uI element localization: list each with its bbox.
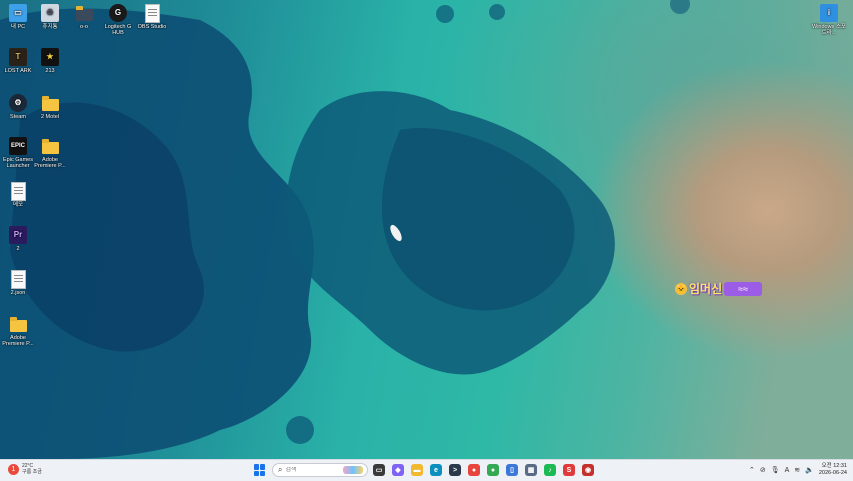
desktop-icon-label: 2 xyxy=(16,246,20,252)
folder-icon xyxy=(41,137,59,155)
premiere-pro-icon: Pr xyxy=(9,226,27,244)
search-highlight-art xyxy=(343,466,363,474)
desktop-icon-213[interactable]: ★ 213 xyxy=(32,48,68,74)
desktop-icon-json[interactable]: 2.json xyxy=(0,269,36,296)
desktop-icon-my-pc[interactable]: ▭ 내 PC xyxy=(0,4,36,30)
windows-logo-tile xyxy=(254,470,259,476)
weather-alert-icon: 1 xyxy=(8,463,19,475)
document-icon xyxy=(143,3,161,23)
desktop-icon-label: 메모 xyxy=(12,202,24,208)
phone-link-icon[interactable]: ▯ xyxy=(506,464,518,476)
search-input[interactable] xyxy=(285,467,336,473)
desktop-icon-label: Adobe Premiere P... xyxy=(2,335,34,347)
desktop-icon-label: 내 PC xyxy=(10,24,26,30)
steam-icon: ⚙ xyxy=(9,94,27,112)
speaker-icon[interactable]: 🔈 xyxy=(805,466,814,474)
desktop-icon-premiere-2[interactable]: Pr 2 xyxy=(0,226,36,252)
desktop-icon-spotlight[interactable]: i Windows 스포트라... xyxy=(812,4,846,36)
desktop-icon-label: LOST ARK xyxy=(4,68,32,74)
windows-logo-icon xyxy=(254,464,259,470)
sticker-text: 임머신 xyxy=(689,282,723,296)
desktop-icon-obs[interactable]: OBS Studio xyxy=(134,3,170,30)
notepad-icon xyxy=(9,181,27,201)
desktop-icon-logitech[interactable]: G Logitech G HUB xyxy=(100,4,136,36)
chevron-up-icon[interactable]: ⌃ xyxy=(749,466,755,474)
weather-text: 22°C 구름 조금 xyxy=(22,463,42,475)
desktop-icon-label: 휴지통 xyxy=(42,24,58,30)
spotify-icon[interactable]: ♪ xyxy=(544,464,556,476)
recycle-bin-icon: ♻ xyxy=(41,4,59,22)
weather-widget[interactable]: 1 22°C 구름 조금 xyxy=(8,463,42,475)
clock-time: 오전 12:31 xyxy=(821,463,847,469)
chrome-icon[interactable]: ● xyxy=(468,464,480,476)
desktop-icon-epic-games[interactable]: EPIC Epic Games Launcher xyxy=(0,137,36,169)
desktop-icon-label: Windows 스포트라... xyxy=(812,24,846,36)
windows-logo-tile xyxy=(260,464,265,470)
microphone-icon[interactable]: 🎙 xyxy=(771,466,780,474)
wifi-icon[interactable]: ≋ xyxy=(794,466,800,474)
desktop-icon-label: 2.json xyxy=(10,290,26,296)
desktop-icon-label: Logitech G HUB xyxy=(104,24,132,36)
desktop-icon-folder-oo[interactable]: o-o xyxy=(66,4,102,30)
desktop-wallpaper xyxy=(0,0,853,459)
star-app-icon: ★ xyxy=(41,48,59,66)
system-tray: ⌃ ⊘ 🎙 A ≋ 🔈 오전 12:31 2026-06-24 xyxy=(749,463,847,477)
desktop-icon-memo[interactable]: 메모 xyxy=(0,181,36,208)
sketch-icon[interactable]: S xyxy=(563,464,575,476)
cat-emoji-icon: 🐱 xyxy=(675,282,687,295)
computer-icon: ▭ xyxy=(9,4,27,22)
desktop-icon-premiere-folder-2[interactable]: Adobe Premiere P... xyxy=(0,315,36,347)
desktop-icon-label: 2 Motel xyxy=(40,114,60,120)
taskbar-search[interactable]: ⌕ xyxy=(272,463,368,477)
logitech-icon: G xyxy=(109,4,127,22)
desktop-icon-label: OBS Studio xyxy=(137,24,167,30)
desktop-icon-steam[interactable]: ⚙ Steam xyxy=(0,94,36,120)
folder-icon[interactable]: ▬ xyxy=(411,464,423,476)
desktop-icon-premiere-folder[interactable]: Adobe Premiere P... xyxy=(32,137,68,169)
epic-games-icon: EPIC xyxy=(9,137,27,155)
store-icon[interactable]: ▦ xyxy=(525,464,537,476)
mute-icon[interactable]: ⊘ xyxy=(760,466,766,474)
chrome-alt-icon[interactable]: ● xyxy=(487,464,499,476)
desktop-icon-lost-ark[interactable]: T LOST ARK xyxy=(0,48,36,74)
terminal-icon[interactable]: > xyxy=(449,464,461,476)
folder-icon xyxy=(41,94,59,112)
lost-ark-icon: T xyxy=(9,48,27,66)
desktop-sticker: 🐱 임머신 ≈≈ xyxy=(675,280,763,297)
desktop-icon-label: Steam xyxy=(10,114,26,120)
clock-date: 2026-06-24 xyxy=(818,470,847,476)
desktop-icon-label: 213 xyxy=(45,68,55,74)
search-icon: ⌕ xyxy=(278,465,283,474)
game-app-icon[interactable]: ◉ xyxy=(582,464,594,476)
wallpaper-art xyxy=(0,0,690,459)
desktop-icon-label: o-o xyxy=(80,24,88,30)
spotlight-icon: i xyxy=(820,4,838,22)
desktop-icon-label: Adobe Premiere P... xyxy=(34,157,66,169)
ime-icon[interactable]: A xyxy=(785,467,790,474)
desktop-icon-2motel[interactable]: 2 Motel xyxy=(32,94,68,120)
windows-logo-tile xyxy=(260,470,265,476)
file-explorer-icon[interactable]: ▭ xyxy=(373,464,385,476)
weather-desc: 구름 조금 xyxy=(22,469,42,475)
clock[interactable]: 오전 12:31 2026-06-24 xyxy=(819,463,847,477)
start-button[interactable] xyxy=(254,464,266,476)
desktop-icon-label: Epic Games Launcher xyxy=(3,157,33,169)
json-file-icon xyxy=(9,269,27,289)
folder-icon xyxy=(75,4,93,22)
folder-icon xyxy=(9,315,27,333)
taskbar: 1 22°C 구름 조금 ⌕ ▭ ◆ ▬ e > ● ● ▯ ▦ ♪ S ◉ ⌃ ⊘ 🎙 A ≋ 🔈 … xyxy=(0,459,853,481)
edge-icon[interactable]: e xyxy=(430,464,442,476)
sticker-badge: ≈≈ xyxy=(724,281,763,296)
copilot-icon[interactable]: ◆ xyxy=(392,464,404,476)
desktop-icon-recycle-bin[interactable]: ♻ 휴지통 xyxy=(32,4,68,30)
